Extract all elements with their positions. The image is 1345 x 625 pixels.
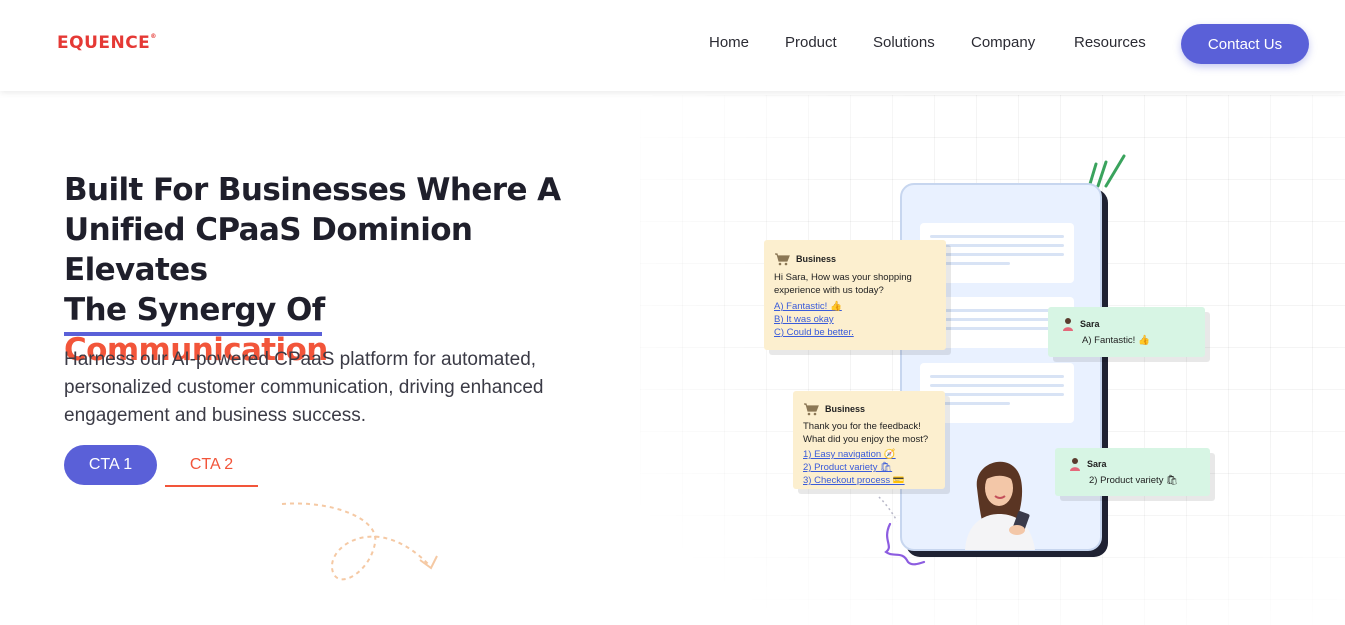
site-header: EQUENCE® Home Product Solutions Company … (0, 0, 1345, 91)
bubble-sender: Business (796, 254, 837, 264)
woman-with-phone-image (965, 461, 1035, 550)
chat-bubble-business-2: Business Thank you for the feedback! Wha… (793, 391, 945, 489)
option-fantastic[interactable]: A) Fantastic! 👍 (774, 300, 936, 313)
hero-headline: Built For Businesses Where A Unified CPa… (64, 170, 624, 370)
nav-company[interactable]: Company (971, 34, 1035, 51)
avatar-icon (1063, 318, 1073, 331)
bubble-message: Hi Sara, How was your shopping experienc… (774, 272, 912, 296)
bubble-message: A) Fantastic! 👍 (1082, 335, 1150, 346)
option-checkout-process[interactable]: 3) Checkout process 💳 (803, 474, 935, 487)
bubble-message: 2) Product variety 🛍 (1089, 475, 1179, 486)
dashed-arrow-decoration (281, 502, 438, 581)
accent-underline (64, 332, 322, 336)
chat-bubble-business-1: Business Hi Sara, How was your shopping … (764, 240, 946, 350)
cart-icon (775, 253, 790, 266)
nav-product[interactable]: Product (785, 34, 837, 51)
leaf-icon (1088, 154, 1126, 188)
contact-us-button[interactable]: Contact Us (1181, 24, 1309, 64)
option-okay[interactable]: B) It was okay (774, 313, 936, 326)
cart-icon (804, 403, 819, 416)
headline-line-3: The Synergy Of (64, 292, 325, 328)
nav-resources[interactable]: Resources (1074, 34, 1146, 51)
bubble-message: Thank you for the feedback! What did you… (803, 421, 929, 445)
chat-bubble-user-2: Sara 2) Product variety 🛍 (1055, 448, 1210, 496)
option-easy-navigation[interactable]: 1) Easy navigation 🧭 (803, 448, 935, 461)
logo-text: EQUENCE (57, 33, 151, 53)
headline-line-2: Unified CPaaS Dominion Elevates (64, 212, 473, 288)
bubble-sender: Sara (1080, 319, 1100, 329)
dotted-curve-decoration (878, 496, 898, 522)
headline-line-1: Built For Businesses Where A (64, 172, 561, 208)
hero-subtext: Harness our AI-powered CPaaS platform fo… (64, 349, 544, 426)
cta-1-button[interactable]: CTA 1 (64, 445, 157, 485)
cta-2-button[interactable]: CTA 2 (165, 445, 258, 487)
bubble-sender: Sara (1087, 459, 1107, 469)
nav-home[interactable]: Home (709, 34, 749, 51)
avatar-icon (1070, 458, 1080, 471)
option-product-variety[interactable]: 2) Product variety 🛍 (803, 461, 935, 474)
squiggle-decoration (884, 522, 926, 566)
logo[interactable]: EQUENCE® (57, 33, 157, 53)
option-could-be-better[interactable]: C) Could be better. (774, 326, 936, 339)
chat-illustration: Business Hi Sara, How was your shopping … (740, 150, 1240, 580)
bubble-sender: Business (825, 404, 866, 414)
nav-solutions[interactable]: Solutions (873, 34, 935, 51)
chat-bubble-user-1: Sara A) Fantastic! 👍 (1048, 307, 1205, 357)
